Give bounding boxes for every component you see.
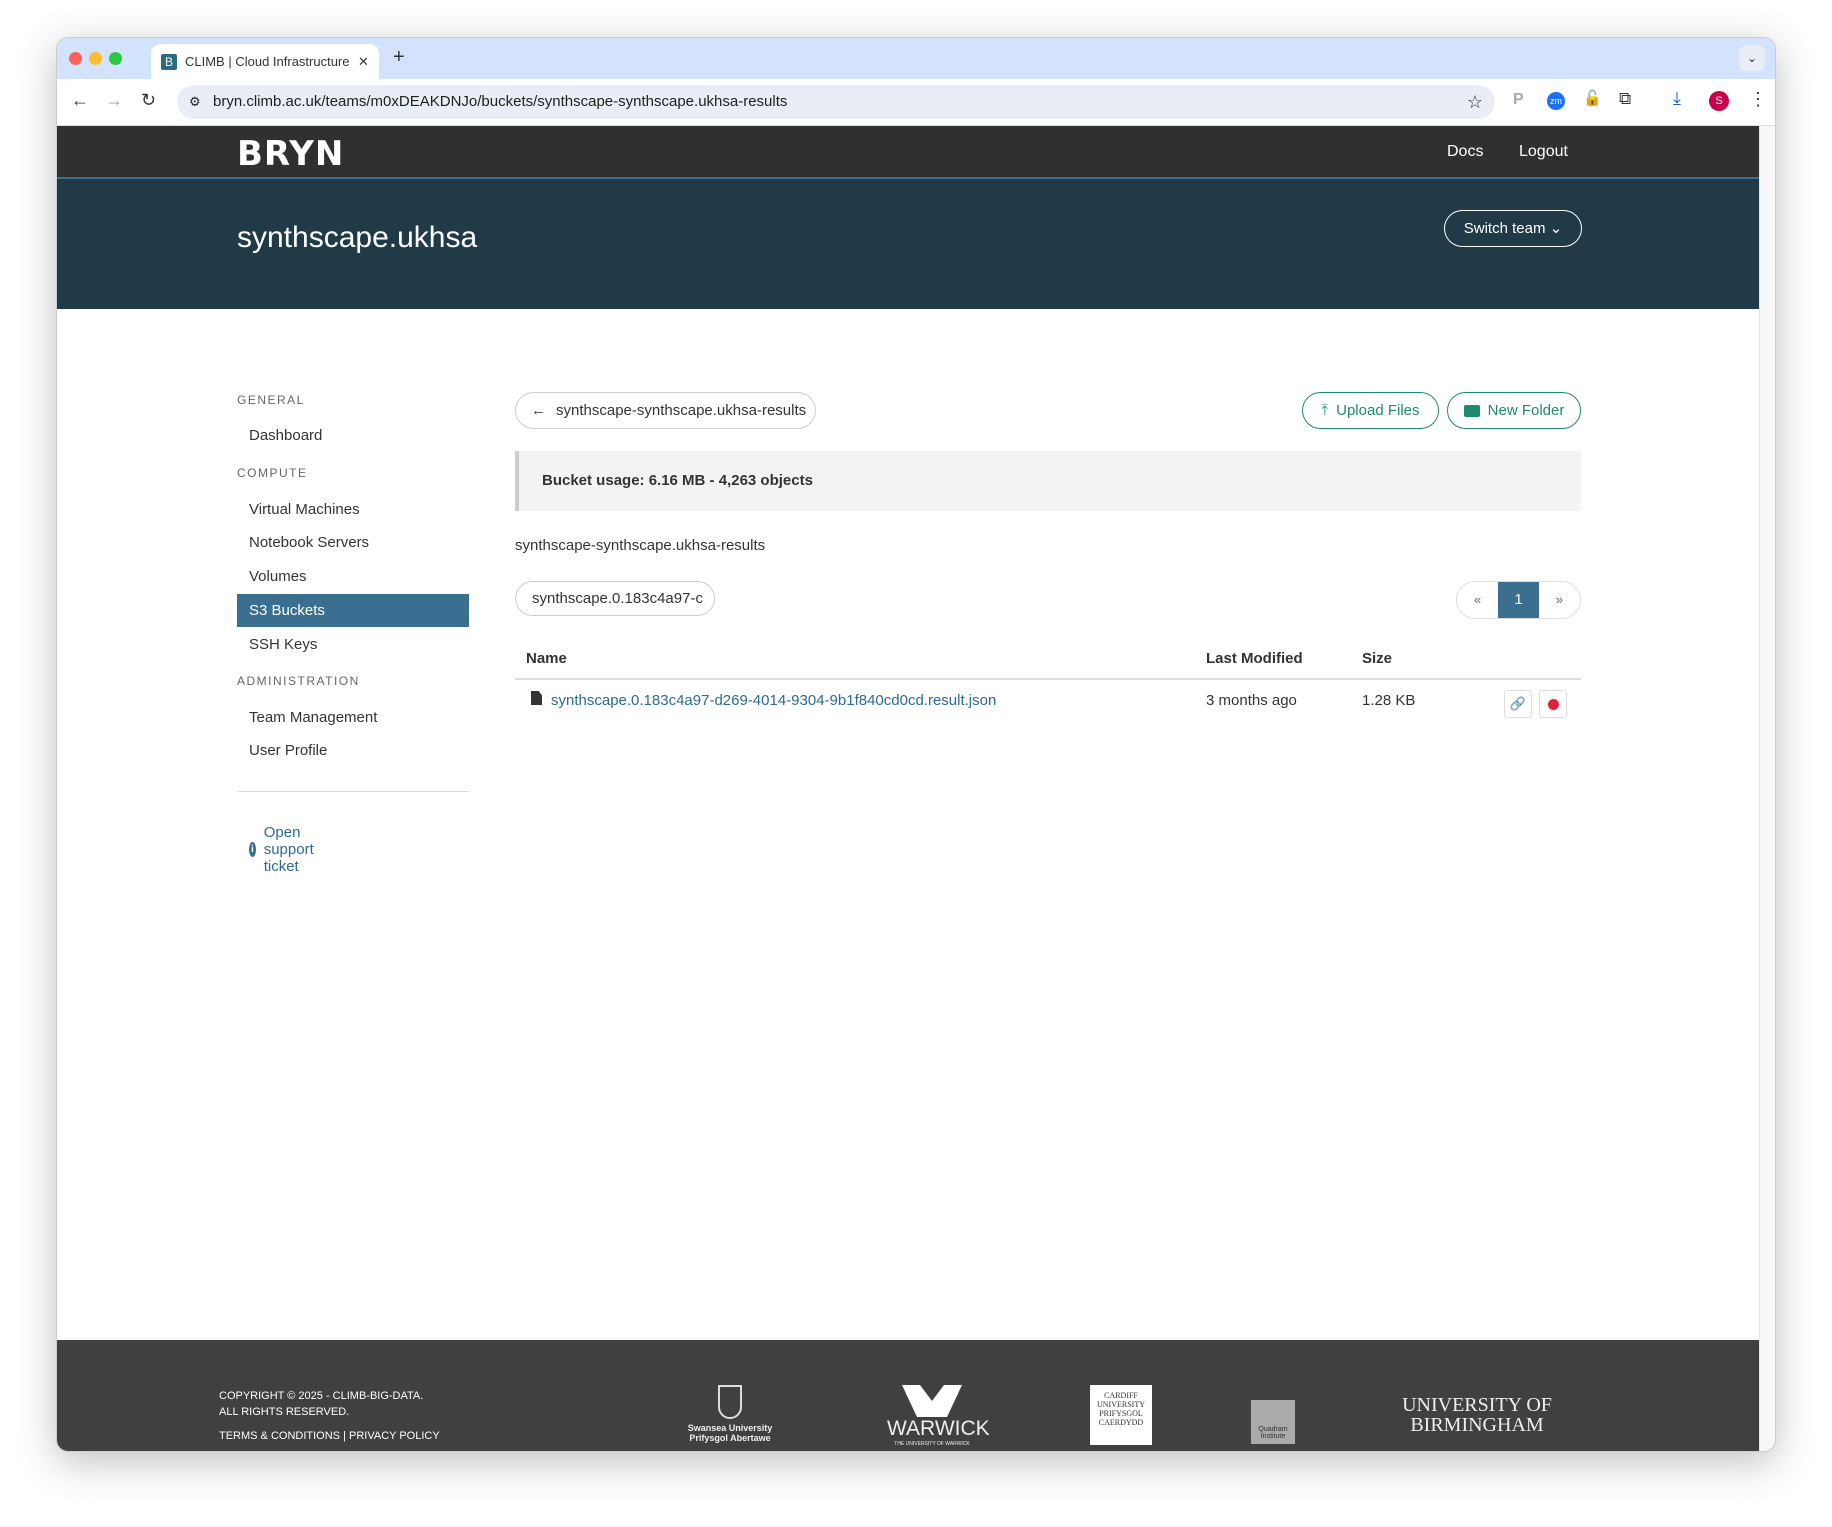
new-tab-icon[interactable]: + xyxy=(393,46,405,69)
team-name: synthscape.ukhsa xyxy=(237,221,478,254)
sidebar-item-team-management[interactable]: Team Management xyxy=(237,701,469,734)
back-label: synthscape-synthscape.ukhsa-results xyxy=(556,402,807,419)
terms-link[interactable]: TERMS & CONDITIONS xyxy=(219,1430,340,1442)
tab-title: CLIMB | Cloud Infrastructure f xyxy=(185,54,350,69)
back-to-bucket-button[interactable]: ← synthscape-synthscape.ukhsa-results xyxy=(515,392,816,429)
pagination-next[interactable]: » xyxy=(1539,582,1580,618)
delete-icon xyxy=(1547,698,1559,710)
docs-link[interactable]: Docs xyxy=(1447,143,1483,161)
browser-window: B CLIMB | Cloud Infrastructure f ✕ + ⌄ ←… xyxy=(56,37,1776,1452)
switch-team-button[interactable]: Switch team ⌄ xyxy=(1444,210,1582,247)
new-folder-button[interactable]: New Folder xyxy=(1447,392,1581,429)
rights-reserved: ALL RIGHTS RESERVED. xyxy=(219,1406,350,1418)
copy-link-button[interactable]: 🔗 xyxy=(1504,690,1532,718)
download-icon[interactable]: ⤓ xyxy=(1673,88,1681,109)
sidebar-item-virtual-machines[interactable]: Virtual Machines xyxy=(237,493,469,526)
birmingham-logo: UNIVERSITY OF BIRMINGHAM xyxy=(1402,1394,1552,1436)
extensions-puzzle-icon[interactable]: ⧉ xyxy=(1619,89,1631,109)
address-toolbar: ← → ↻ ⚙ bryn.climb.ac.uk/teams/m0xDEAKDN… xyxy=(57,79,1775,126)
footer-separator: | xyxy=(343,1430,346,1442)
link-icon: 🔗 xyxy=(1509,696,1527,711)
column-header-last-modified[interactable]: Last Modified xyxy=(1206,650,1303,667)
upload-icon: ⤒ xyxy=(1321,402,1329,419)
prefix-filter-input[interactable]: synthscape.0.183c4a97-c xyxy=(515,581,715,616)
section-general: GENERAL xyxy=(237,393,305,407)
folder-icon xyxy=(1463,404,1480,417)
upload-files-button[interactable]: ⤒ Upload Files xyxy=(1302,392,1439,429)
file-link[interactable]: synthscape.0.183c4a97-d269-4014-9304-9b1… xyxy=(551,692,996,709)
column-header-size[interactable]: Size xyxy=(1362,650,1392,667)
zoom-extension-icon[interactable]: zm xyxy=(1547,92,1565,110)
file-icon xyxy=(531,691,542,705)
sidebar-item-volumes[interactable]: Volumes xyxy=(237,560,469,593)
new-folder-label: New Folder xyxy=(1487,402,1565,419)
lock-extension-icon[interactable]: 🔓 xyxy=(1583,89,1602,107)
sidebar-item-user-profile[interactable]: User Profile xyxy=(237,734,469,767)
reload-icon[interactable]: ↻ xyxy=(141,90,156,111)
bucket-usage: Bucket usage: 6.16 MB - 4,263 objects xyxy=(515,451,1581,511)
delete-file-button[interactable] xyxy=(1539,690,1567,718)
tab-bar: B CLIMB | Cloud Infrastructure f ✕ + ⌄ xyxy=(57,38,1775,79)
support-ticket-link[interactable]: i Open support ticket xyxy=(249,824,322,875)
cardiff-logo: CARDIFF UNIVERSITY PRIFYSGOL CAERDYDD xyxy=(1090,1385,1152,1445)
sidebar-item-ssh-keys[interactable]: SSH Keys xyxy=(237,628,469,661)
bryn-logo[interactable]: BRYN xyxy=(237,134,344,174)
arrow-left-icon: ← xyxy=(531,402,546,419)
browser-menu-icon[interactable]: ⋮ xyxy=(1749,89,1767,110)
size-cell: 1.28 KB xyxy=(1362,692,1416,709)
page: BRYN Docs Logout synthscape.ukhsa Switch… xyxy=(57,126,1761,1451)
upload-label: Upload Files xyxy=(1336,402,1420,419)
quadram-logo: Quadram Institute xyxy=(1251,1400,1295,1444)
sidebar-item-dashboard[interactable]: Dashboard xyxy=(237,419,469,452)
pagination: « 1 » xyxy=(1456,581,1581,619)
warwick-logo: WARWICK THE UNIVERSITY OF WARWICK xyxy=(887,1385,990,1447)
minimize-window-button[interactable] xyxy=(89,52,102,65)
sidebar-item-s3-buckets[interactable]: S3 Buckets xyxy=(237,594,469,627)
forward-icon[interactable]: → xyxy=(105,90,123,111)
table-header-divider xyxy=(515,678,1581,680)
back-icon[interactable]: ← xyxy=(71,90,89,111)
maximize-window-button[interactable] xyxy=(109,52,122,65)
last-modified-cell: 3 months ago xyxy=(1206,692,1297,709)
info-icon: i xyxy=(249,842,256,857)
footer-links: TERMS & CONDITIONS | PRIVACY POLICY xyxy=(219,1430,440,1442)
section-administration: ADMINISTRATION xyxy=(237,674,360,688)
bucket-name: synthscape-synthscape.ukhsa-results xyxy=(515,537,766,554)
bookmark-star-icon[interactable]: ☆ xyxy=(1467,85,1483,119)
sidebar-item-notebook-servers[interactable]: Notebook Servers xyxy=(237,526,469,559)
site-settings-icon[interactable]: ⚙ xyxy=(189,85,201,119)
swansea-logo: Swansea University Prifysgol Abertawe xyxy=(685,1385,775,1443)
privacy-link[interactable]: PRIVACY POLICY xyxy=(349,1430,440,1442)
profile-avatar[interactable]: S xyxy=(1709,91,1729,111)
switch-team-label: Switch team xyxy=(1463,220,1546,237)
tab-search-icon[interactable]: ⌄ xyxy=(1739,45,1765,71)
close-tab-icon[interactable]: ✕ xyxy=(358,54,369,70)
page-scrollbar[interactable] xyxy=(1759,126,1775,1451)
pagination-prev[interactable]: « xyxy=(1457,582,1498,618)
team-banner: synthscape.ukhsa Switch team ⌄ xyxy=(57,179,1761,309)
pagination-page-1[interactable]: 1 xyxy=(1498,582,1539,618)
footer: COPYRIGHT © 2025 - CLIMB-BIG-DATA. ALL R… xyxy=(57,1340,1761,1451)
password-extension-icon[interactable]: P xyxy=(1513,91,1524,109)
favicon-icon: B xyxy=(161,53,177,70)
column-header-name[interactable]: Name xyxy=(526,650,567,667)
sidebar-divider xyxy=(237,791,469,792)
prefix-filter-value: synthscape.0.183c4a97-c xyxy=(532,590,703,607)
copyright: COPYRIGHT © 2025 - CLIMB-BIG-DATA. xyxy=(219,1390,424,1402)
url-text: bryn.climb.ac.uk/teams/m0xDEAKDNJo/bucke… xyxy=(213,93,788,110)
section-compute: COMPUTE xyxy=(237,466,308,480)
browser-tab[interactable]: B CLIMB | Cloud Infrastructure f ✕ xyxy=(151,44,379,79)
top-nav: BRYN Docs Logout xyxy=(57,126,1761,179)
url-bar[interactable]: ⚙ bryn.climb.ac.uk/teams/m0xDEAKDNJo/buc… xyxy=(177,85,1495,119)
close-window-button[interactable] xyxy=(69,52,82,65)
chevron-down-icon: ⌄ xyxy=(1549,220,1563,237)
logout-link[interactable]: Logout xyxy=(1519,143,1568,161)
support-ticket-label: Open support ticket xyxy=(263,824,314,875)
